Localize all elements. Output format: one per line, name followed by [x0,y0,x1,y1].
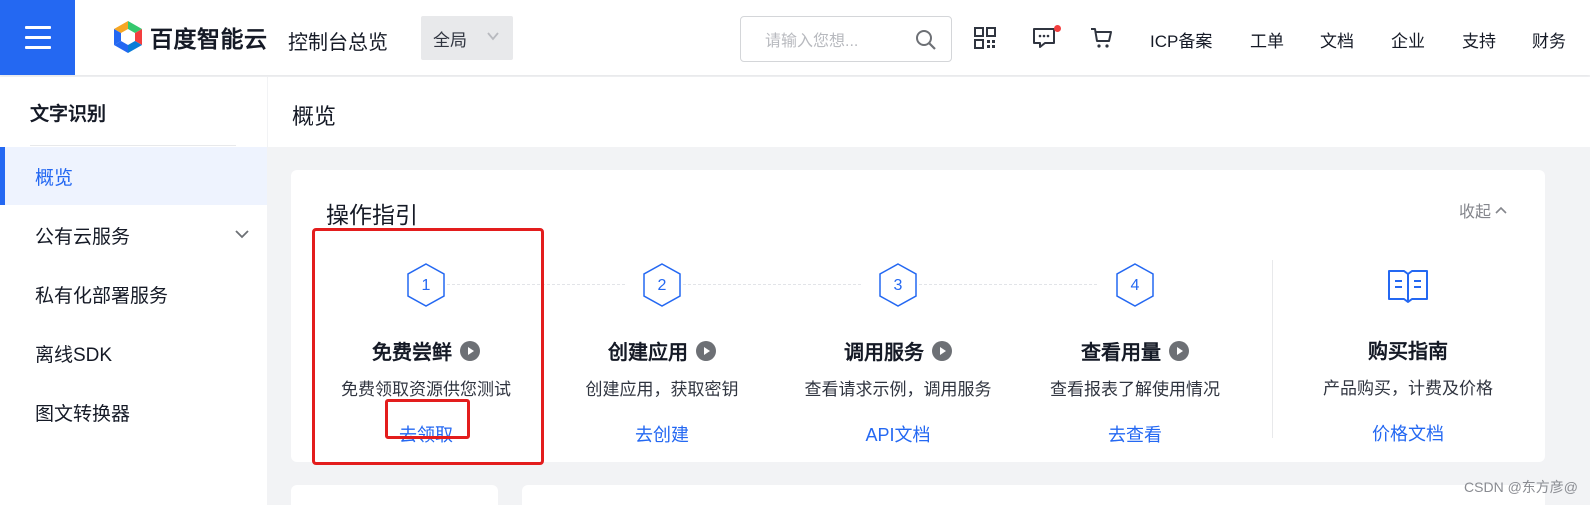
console-overview-link[interactable]: 控制台总览 [288,26,388,55]
create-app-link[interactable]: 去创建 [635,421,689,447]
step-desc: 产品购买，计费及价格 [1323,379,1493,398]
menu-icon[interactable] [0,0,75,75]
view-usage-link[interactable]: 去查看 [1108,421,1162,447]
highlight-box [385,399,470,439]
page-title: 概览 [292,104,337,129]
step-title-text: 创建应用 [608,342,688,364]
collapse-button[interactable]: 收起 [1459,198,1507,222]
sidebar-item-label: 概览 [35,167,74,189]
sidebar-item-label: 图文转换器 [35,403,131,425]
step-title-text: 调用服务 [844,342,924,364]
divider [30,145,236,146]
nav-enterprise[interactable]: 企业 [1391,27,1425,52]
sidebar-item-label: 公有云服务 [35,226,131,248]
qrcode-icon[interactable] [973,26,997,50]
step-number: 2 [658,277,667,294]
scope-select[interactable]: 全局 [421,16,513,60]
guide-title: 操作指引 [326,202,418,228]
nav-support[interactable]: 支持 [1462,27,1496,52]
baidu-cloud-logo-icon [114,21,142,53]
step-number-hexagon: 3 [879,263,917,307]
sidebar-title: 文字识别 [30,104,107,125]
step-title: 创建应用 [544,336,780,365]
purchase-guide: 购买指南 产品购买，计费及价格 价格文档 [1290,262,1526,446]
step-desc: 查看报表了解使用情况 [1050,380,1220,399]
chevron-down-icon [235,230,249,239]
guide-step-2: 2 创建应用 创建应用，获取密钥 去创建 [544,262,780,447]
play-video-icon[interactable] [1169,340,1189,361]
chevron-up-icon [1495,206,1507,214]
step-desc: 创建应用，获取密钥 [585,380,739,399]
step-number: 3 [894,277,903,294]
message-button[interactable] [1032,25,1061,52]
step-number-hexagon: 2 [643,263,681,307]
sidebar-item-private-deploy[interactable]: 私有化部署服务 [0,265,267,323]
sidebar-item-label: 离线SDK [35,344,113,366]
page-header: 概览 [268,77,1590,147]
scope-value: 全局 [433,30,467,50]
guide-step-4: 4 查看用量 查看报表了解使用情况 去查看 [1017,262,1253,447]
notification-dot [1054,25,1061,32]
step-title: 购买指南 [1290,335,1526,364]
cart-icon[interactable] [1090,26,1114,50]
sidebar-item-public-cloud[interactable]: 公有云服务 [0,206,267,264]
nav-ticket[interactable]: 工单 [1250,27,1284,52]
step-number-hexagon: 4 [1116,263,1154,307]
step-title-text: 查看用量 [1081,342,1161,364]
api-doc-link[interactable]: API文档 [865,421,930,447]
step-desc: 查看请求示例，调用服务 [804,380,992,399]
bottom-card [522,485,1545,505]
sidebar-item-converter[interactable]: 图文转换器 [0,383,267,441]
message-icon [1033,28,1055,48]
price-doc-link[interactable]: 价格文档 [1372,420,1444,446]
watermark: CSDN @东方彦@ [1464,479,1578,495]
sidebar-item-overview[interactable]: 概览 [0,147,267,205]
bottom-card [291,485,498,505]
search-box[interactable]: 请输入您想... [740,16,952,62]
step-title-text: 购买指南 [1368,341,1448,363]
guide-step-3: 3 调用服务 查看请求示例，调用服务 API文档 [780,262,1016,447]
search-input[interactable]: 请输入您想... [765,27,858,51]
step-title: 查看用量 [1017,336,1253,365]
top-bar: 百度智能云 控制台总览 全局 请输入您想... ICP备案 工单 文档 企业 支… [0,0,1590,75]
collapse-label: 收起 [1458,204,1491,221]
nav-finance[interactable]: 财务 [1532,27,1566,52]
play-video-icon[interactable] [932,340,952,361]
search-icon[interactable] [915,29,937,51]
divider [1272,260,1273,438]
brand-name: 百度智能云 [150,26,268,52]
nav-docs[interactable]: 文档 [1320,27,1354,52]
step-number: 4 [1131,277,1140,294]
chevron-down-icon [487,32,499,41]
sidebar-item-label: 私有化部署服务 [35,285,169,307]
brand-logo[interactable]: 百度智能云 [112,20,268,54]
sidebar: 文字识别 概览 公有云服务 私有化部署服务 离线SDK 图文转换器 [0,77,267,505]
step-title: 调用服务 [780,336,1016,365]
book-icon [1388,270,1428,303]
sidebar-item-offline-sdk[interactable]: 离线SDK [0,324,267,382]
nav-icp[interactable]: ICP备案 [1150,27,1212,52]
play-video-icon[interactable] [696,340,716,361]
